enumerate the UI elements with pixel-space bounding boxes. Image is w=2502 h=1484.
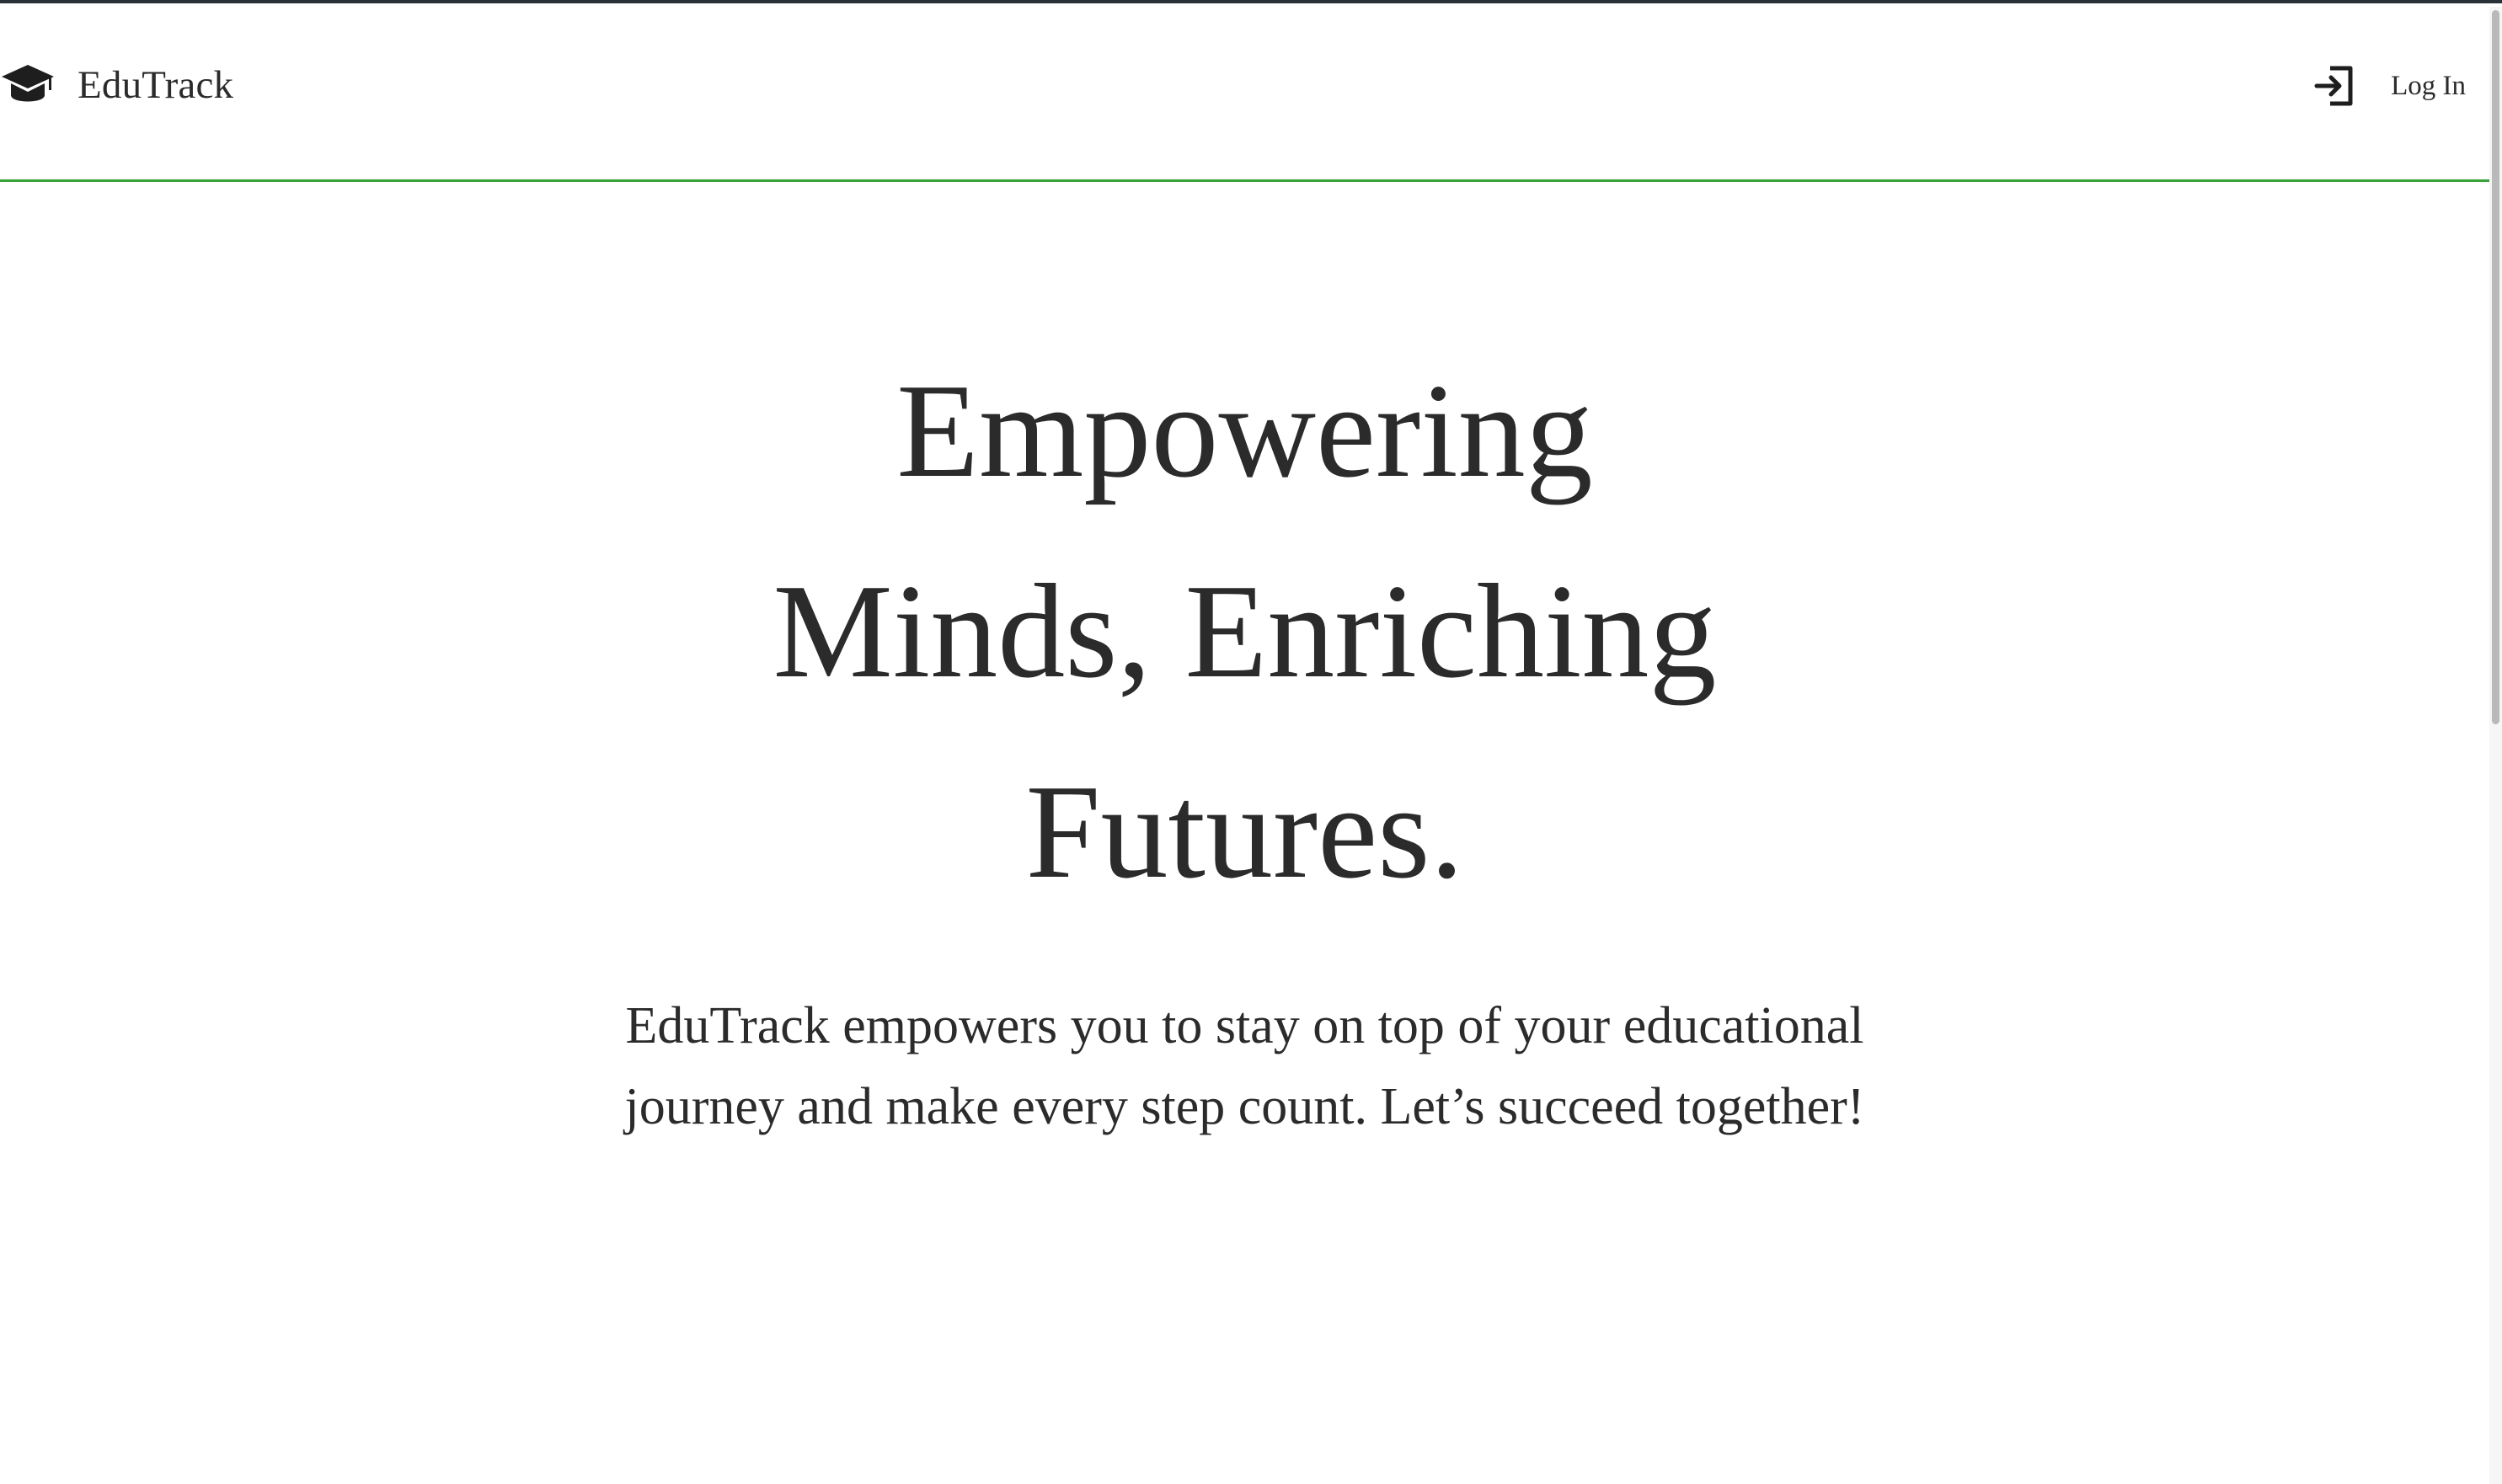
graduation-cap-icon (0, 63, 56, 107)
sign-in-icon (2312, 63, 2357, 109)
brand-name: EduTrack (78, 63, 234, 107)
landing-page: EduTrack Log In Empowering Minds, Enrich… (0, 0, 2502, 1484)
vertical-scrollbar[interactable] (2489, 7, 2502, 1484)
hero-description: EduTrack empowers you to stay on top of … (624, 997, 1865, 1135)
hero-section: Empowering Minds, Enriching Futures. Edu… (0, 330, 2489, 1147)
login-label: Log In (2391, 70, 2466, 101)
login-button[interactable]: Log In (2312, 59, 2466, 113)
scrollbar-thumb[interactable] (2492, 10, 2499, 724)
brand-link[interactable]: EduTrack (0, 56, 233, 115)
hero-title: Empowering Minds, Enriching Futures. (773, 355, 1717, 906)
top-navbar: EduTrack Log In (0, 3, 2489, 182)
